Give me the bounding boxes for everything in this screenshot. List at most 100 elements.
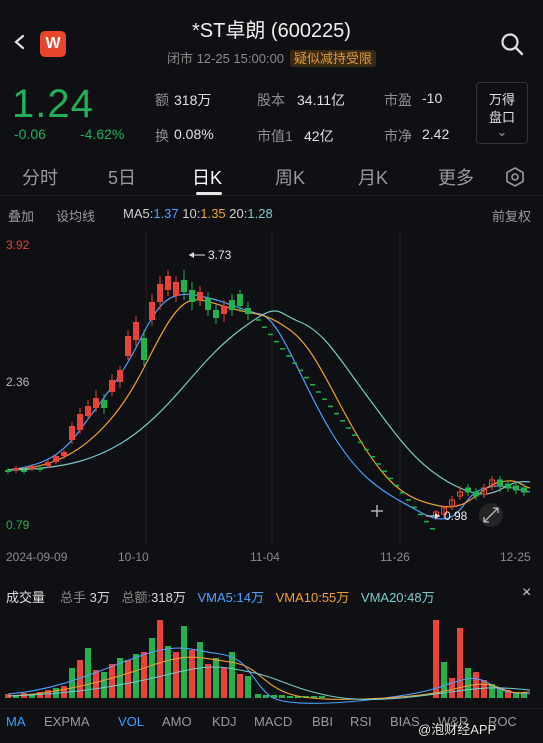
candle [117,370,123,382]
candle [189,290,195,302]
total-hand-label: 总手 [60,590,87,605]
adjust-button[interactable]: 前复权 [492,206,531,225]
stat-value-pb: 2.42 [422,126,450,142]
tab-intraday[interactable]: 分时 [22,164,58,190]
candle [101,400,107,408]
candle [237,294,243,306]
active-tab-indicator [196,192,222,195]
total-hand-value: 3万 [89,590,110,605]
settings-icon[interactable] [504,166,526,188]
candle [29,466,35,469]
volume-bar [465,668,471,698]
volume-bar [125,660,131,698]
indicator-tab-expma[interactable]: EXPMA [44,714,90,729]
last-price: 1.24 [12,82,94,126]
tab-daily-k[interactable]: 日K [192,164,222,190]
overlay-button[interactable]: 叠加 [8,206,34,225]
candle [5,470,11,472]
volume-bar [245,676,251,698]
price-change: -0.06 [14,126,46,142]
volume-bar [205,664,211,698]
indicator-tab-macd[interactable]: MACD [254,714,292,729]
set-ma-button[interactable]: 设均线 [56,206,95,225]
candle [505,483,511,489]
ma5-value: 1.37 [153,206,179,221]
crosshair-add-icon[interactable] [371,505,383,517]
volume-bar [109,664,115,698]
volume-bar [213,658,219,698]
volume-chart[interactable] [0,610,543,705]
stat-value-shares: 34.11亿 [297,92,345,108]
indicator-tab-bias[interactable]: BIAS [390,714,420,729]
candle [109,380,115,392]
search-icon[interactable] [500,32,524,56]
candle [149,302,155,320]
date-label-1: 2024-09-09 [6,550,68,564]
tab-weekly-k[interactable]: 周K [275,164,305,190]
ma20-line [7,310,531,495]
volume-bar [319,696,325,698]
candle [61,452,67,456]
price-change-pct: -4.62% [80,126,125,142]
date-label-5: 12-25 [500,550,531,564]
candle [157,284,163,302]
candle [53,456,59,462]
volume-bar [263,695,269,698]
volume-bar [221,668,227,698]
volume-bar [287,696,293,698]
high-annot-label: 3.73 [208,248,232,262]
stat-label-shares: 股本 [257,92,285,108]
ma20-label: 20: [229,206,248,221]
candle [21,470,27,472]
candle [69,426,75,440]
wind-depth-button[interactable]: 万得 盘口 ⌄ [476,82,528,144]
volume-title[interactable]: 成交量 [6,587,45,606]
tab-more[interactable]: 更多 [438,164,474,190]
indicator-tab-vol[interactable]: VOL [118,714,144,729]
candle [497,479,503,487]
indicator-tab-bbi[interactable]: BBI [312,714,333,729]
expand-icon[interactable] [479,503,503,527]
total-amount-label: 总额 [121,590,148,605]
candle [173,282,179,296]
kline-chart[interactable]: 3.73 0.98 [0,230,543,545]
indicator-tab-amo[interactable]: AMO [162,714,192,729]
candle [197,292,203,300]
candle [85,406,91,416]
candle [77,414,83,430]
indicator-tab-kdj[interactable]: KDJ [212,714,237,729]
close-volume-icon[interactable]: × [522,584,531,602]
stat-value-turnover: 0.08% [174,126,214,142]
candle [45,462,51,466]
volume-bar [85,648,91,698]
indicator-tab-rsi[interactable]: RSI [350,714,372,729]
stat-value-mktcap: 42亿 [304,128,334,144]
warning-badge[interactable]: 疑似减持受限 [290,50,377,67]
candle [473,491,479,497]
date-label-3: 11-04 [250,550,280,564]
date-label-2: 10-10 [118,550,149,564]
indicator-tab-ma[interactable]: MA [6,714,26,729]
candle [229,300,235,310]
low-annot-label: 0.98 [444,509,468,523]
market-status: 闭市 12-25 15:00:00 疑似减持受限 [0,48,543,67]
candle [181,280,187,292]
candle [133,322,139,340]
stat-label-turnover: 换 [155,128,169,144]
tab-monthly-k[interactable]: 月K [358,164,388,190]
tab-5day[interactable]: 5日 [108,164,136,190]
volume-bar [133,654,139,698]
low-annotation: 0.98 [426,509,468,523]
candle [245,308,251,314]
candle [213,310,219,318]
volume-bar [157,620,163,698]
volume-bar [69,668,75,698]
candle [13,468,19,470]
candle [165,276,171,290]
stat-label-pe: 市盈 [384,92,412,108]
volume-bar [433,620,439,698]
ma10-line [7,299,531,508]
stat-label-mktcap: 市值1 [257,128,293,144]
candle [221,306,227,314]
period-tabs: 分时 5日 日K 周K 月K 更多 [0,158,543,196]
